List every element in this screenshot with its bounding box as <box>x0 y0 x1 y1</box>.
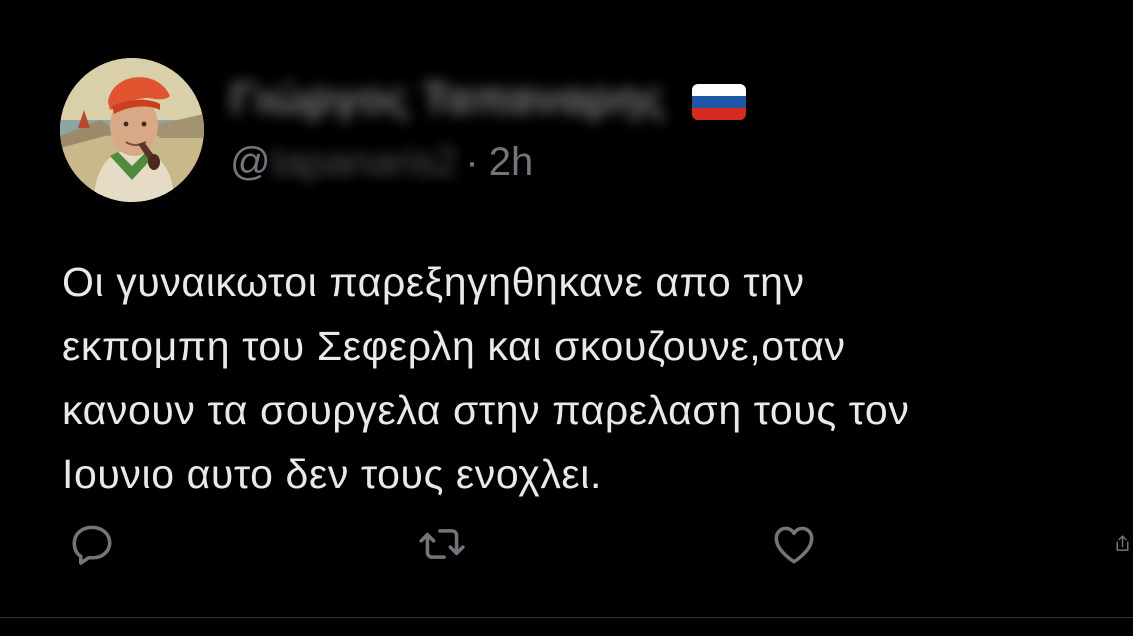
tweet-card[interactable]: Γιώργος Ταπαναρης @ tapanaris2 · 2h Οι γ… <box>0 0 1133 636</box>
handle-row: @ tapanaris2 · 2h <box>230 140 533 185</box>
tweet-text-line: εκπομπη του Σεφερλη και σκουζουνε,οταν <box>62 323 846 369</box>
reply-button[interactable] <box>66 518 118 570</box>
retweet-button[interactable] <box>416 518 468 570</box>
divider <box>0 617 1133 618</box>
avatar-image <box>60 58 204 202</box>
reply-icon <box>72 525 112 565</box>
tweet-text: Οι γυναικωτοι παρεξηγηθηκανε απο την εκπ… <box>62 250 1122 506</box>
display-name[interactable]: Γιώργος Ταπαναρης <box>230 74 665 124</box>
retweet-icon <box>419 529 465 559</box>
handle-name[interactable]: tapanaris2 <box>271 140 458 185</box>
heart-icon <box>774 526 814 564</box>
handle-separator: · <box>465 140 479 184</box>
share-icon <box>1116 535 1129 551</box>
avatar[interactable] <box>60 58 204 202</box>
tweet-text-line: Οι γυναικωτοι παρεξηγηθηκανε απο την <box>62 259 805 305</box>
like-button[interactable] <box>768 518 820 570</box>
tweet-text-line: Ιουνιο αυτο δεν τους ενοχλει. <box>62 451 603 497</box>
handle-prefix: @ <box>230 140 271 184</box>
tweet-text-line: κανουν τα σουργελα στην παρελαση τους το… <box>62 387 910 433</box>
tweet-time[interactable]: 2h <box>489 140 534 185</box>
russia-flag-icon <box>692 84 746 120</box>
share-button[interactable] <box>1112 518 1133 570</box>
